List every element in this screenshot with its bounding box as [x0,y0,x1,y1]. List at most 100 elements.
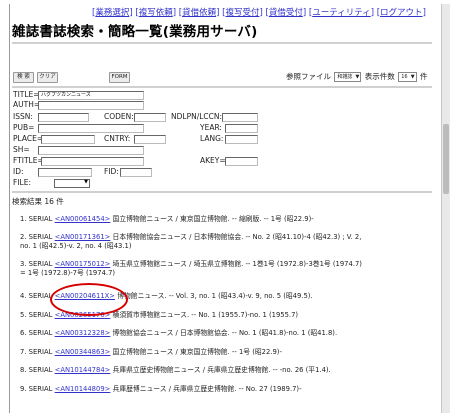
display-count-value: 16 [401,74,408,80]
divider [12,42,432,44]
scrollbar-thumb[interactable] [443,124,449,194]
result-description: 横須賀市博物館ニュース. -- No. 1 (1955.7)-no. 1 (19… [112,311,299,319]
nav-gyomu-sentaku[interactable]: 業務選択 [95,8,129,18]
result-item: 1. SERIAL <AN00061454> 国立博物館ニュース / 東京国立博… [20,215,430,224]
highlight-annotation-ellipse [50,283,128,316]
fid-label: FID: [104,167,119,176]
year-label: YEAR: [200,123,222,132]
nav-fukusha-irai[interactable]: 複写依頼 [139,8,173,18]
sh-field[interactable] [38,146,144,155]
result-item: 6. SERIAL <AN00312328> 博物館協会ニュース / 日本博物館… [20,329,430,338]
form-button[interactable]: FORM [109,72,130,83]
akey-field[interactable] [225,157,258,166]
result-id-link[interactable]: <AN10144809> [55,385,111,393]
nav-taishaku-uketsuke[interactable]: 貸借受付 [269,8,303,18]
issn-label: ISSN: [13,112,33,121]
result-id-link[interactable]: <AN00344863> [55,348,111,356]
result-type: SERIAL [28,385,53,393]
result-type: SERIAL [28,366,53,374]
result-item: 9. SERIAL <AN10144809> 兵庫歴博ニュース / 兵庫県立歴史… [20,385,430,394]
result-item: 3. SERIAL <AN00175012> 埼玉県立博物館ニュース / 埼玉県… [20,260,430,277]
result-item: 7. SERIAL <AN00344863> 国立博物館ニュース / 東京国立博… [20,348,430,357]
lang-label: LANG: [200,134,224,143]
result-type: SERIAL [28,215,53,223]
result-description: 国立博物館ニュース / 東京国立博物館. -- 縮刷版. -- 1号 (昭22.… [112,215,314,223]
result-description: 博物館ニュース. -- Vol. 3, no. 1 (昭43.4)-v. 9, … [117,292,313,300]
sh-label: SH= [13,145,30,154]
result-number: 3. [20,260,27,268]
year-field[interactable] [225,124,258,133]
cntry-label: CNTRY: [104,134,131,143]
result-number: 9. [20,385,27,393]
nav-utility[interactable]: ユーティリティ [312,8,370,18]
ref-file-value: 和雑誌 [337,74,353,80]
file-label: FILE: [13,178,31,187]
reference-file-bar: 参照ファイル 和雑誌 ▼ 表示件数 16 ▼ 件 [286,71,427,82]
vertical-scrollbar[interactable] [441,4,450,413]
place-field[interactable] [41,135,95,144]
result-type: SERIAL [28,311,53,319]
ndlpn-lccn-label: NDLPN/LCCN: [171,112,223,121]
chevron-down-icon: ▼ [410,74,415,80]
result-id-link[interactable]: <AN00312328> [55,329,111,337]
title-label: TITLE= [13,90,40,99]
ndlpn-lccn-field[interactable] [222,113,258,122]
coden-field[interactable] [134,113,166,122]
nav-taishaku-irai[interactable]: 貸借依頼 [182,8,216,18]
akey-label: AKEY= [200,156,226,165]
chevron-down-icon: ▼ [355,74,360,80]
result-type: SERIAL [28,292,53,300]
result-description: 国立博物館ニュース / 東京国立博物館. -- 1号 (昭22.9)- [112,348,282,356]
title-field[interactable]: ハクブツカンニュース [38,91,144,100]
id-field[interactable] [38,168,92,177]
result-number: 4. [20,292,27,300]
cntry-field[interactable] [134,135,166,144]
coden-label: CODEN: [104,112,134,121]
lang-field[interactable] [225,135,258,144]
result-id-link[interactable]: <AN00061454> [55,215,111,223]
pub-field[interactable] [38,124,144,133]
result-description: 埼玉県立博物館ニュース / 埼玉県立博物館. -- 1巻1号 (1972.8)-… [112,260,362,268]
ftitle-label: FTITLE= [13,156,44,165]
pub-label: PUB= [13,123,35,132]
result-item: 8. SERIAL <AN10144784> 兵庫県立歴史博物館ニュース / 兵… [20,366,430,375]
result-description-cont: = 1号 (1972.8)-7号 (1974.7) [20,268,116,277]
issn-field[interactable] [38,113,89,122]
result-description: 兵庫県立歴史博物館ニュース / 兵庫県立歴史博物館. -- -no. 26 (平… [112,366,331,374]
display-count-select[interactable]: 16 ▼ [398,72,417,82]
result-description: 兵庫歴博ニュース / 兵庫県立歴史博物館. -- No. 27 (1989.7)… [112,385,302,393]
result-id-link[interactable]: <AN00175012> [55,260,111,268]
display-count-label: 表示件数 [364,72,395,81]
top-navigation: [業務選択] [複写依頼] [貸借依頼] [複写受付] [貸借受付] [ユーティ… [92,8,426,18]
result-type: SERIAL [28,233,53,241]
chevron-down-icon: ▼ [84,179,88,185]
nav-logout[interactable]: ログアウト [380,8,423,18]
fid-field[interactable] [120,168,152,177]
clear-button[interactable]: クリア [37,72,58,83]
result-number: 1. [20,215,27,223]
result-type: SERIAL [28,348,53,356]
divider [12,191,432,193]
result-number: 6. [20,329,27,337]
display-count-suffix: 件 [419,72,428,81]
file-select[interactable]: ▼ [54,179,90,188]
ftitle-field[interactable] [41,157,144,166]
auth-label: AUTH= [13,100,41,109]
result-number: 5. [20,311,27,319]
divider [12,86,432,88]
result-id-link[interactable]: <AN10144784> [55,366,111,374]
auth-field[interactable] [38,101,144,110]
result-type: SERIAL [28,260,53,268]
result-number: 2. [20,233,27,241]
result-type: SERIAL [28,329,53,337]
result-id-link[interactable]: <AN00171361> [55,233,111,241]
ref-file-select[interactable]: 和雑誌 ▼ [334,72,362,82]
result-number: 8. [20,366,27,374]
id-label: ID: [13,167,24,176]
nav-fukusha-uketsuke[interactable]: 複写受付 [225,8,259,18]
search-button[interactable]: 検 索 [13,72,34,83]
result-count: 検索結果 16 件 [12,197,64,206]
place-label: PLACE= [13,134,44,143]
result-item: 2. SERIAL <AN00171361> 日本博物館協会ニュース / 日本博… [20,233,430,250]
result-description-cont: no. 1 (昭42.5)-v. 2, no. 4 (昭43.1) [20,241,132,250]
